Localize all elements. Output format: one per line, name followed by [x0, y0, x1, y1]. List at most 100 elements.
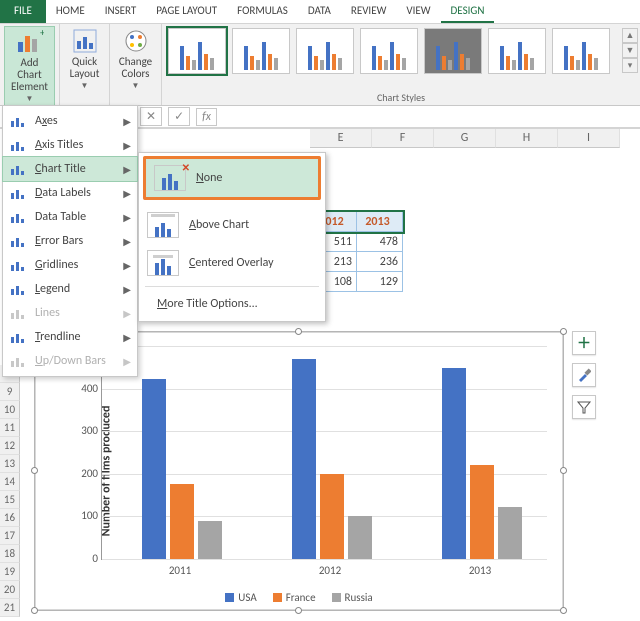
chevron-right-icon: ▶ — [123, 307, 131, 320]
tab-view[interactable]: VIEW — [396, 0, 440, 23]
chart-style-3[interactable] — [296, 28, 354, 74]
fb-fx-icon[interactable]: fx — [196, 108, 217, 126]
quick-layout-icon — [73, 29, 97, 53]
bar-russia-2013[interactable] — [498, 507, 522, 559]
menu-item-data-table[interactable]: Data Table ▶ — [3, 205, 137, 229]
legend-swatch-russia — [332, 593, 341, 602]
cell[interactable]: 478 — [357, 232, 403, 252]
chart-legend[interactable]: USA France Russia — [35, 591, 563, 604]
col-F[interactable]: F — [372, 129, 434, 148]
quick-layout-button[interactable]: Quick Layout ▼ — [64, 26, 105, 106]
chart-plot-area[interactable]: 0100200300400500201120122013 — [101, 346, 547, 560]
tab-review[interactable]: REVIEW — [341, 0, 397, 23]
brush-icon — [577, 368, 591, 382]
menu-item-label: Data Table — [35, 210, 86, 224]
col-I[interactable]: I — [558, 129, 620, 148]
chart-styles-up[interactable]: ▲ — [622, 28, 638, 43]
row-21[interactable]: 21 — [0, 599, 20, 617]
chart-plus-button[interactable]: ＋ — [572, 331, 596, 355]
change-colors-button[interactable]: Change Colors ▼ — [114, 26, 157, 106]
change-colors-label: Change Colors — [119, 56, 152, 80]
mini-chart-icon — [9, 209, 27, 225]
tab-home[interactable]: HOME — [46, 0, 95, 23]
menu-item-label: Axes — [35, 114, 58, 128]
chart-title-overlay[interactable]: Centered Overlay — [139, 244, 325, 282]
row-15[interactable]: 15 — [0, 491, 20, 509]
row-16[interactable]: 16 — [0, 509, 20, 527]
menu-item-label: Chart Title — [35, 162, 86, 176]
fb-cancel-icon[interactable]: ✕ — [140, 107, 162, 126]
chart-title-above[interactable]: Above Chart — [139, 206, 325, 244]
mini-chart-icon — [9, 305, 27, 321]
chart-title-more-options[interactable]: More Title Options... — [139, 291, 325, 317]
chart-styles-down[interactable]: ▼ — [622, 43, 638, 58]
col-E[interactable]: E — [310, 129, 372, 148]
chart-style-1[interactable] — [168, 28, 226, 74]
menu-item-axes[interactable]: Axes▶ — [3, 109, 137, 133]
menu-item-error-bars[interactable]: Error Bars▶ — [3, 229, 137, 253]
menu-item-label: Lines — [35, 306, 60, 320]
chevron-right-icon: ▶ — [123, 163, 131, 176]
bar-france-2013[interactable] — [470, 465, 494, 559]
tab-data[interactable]: DATA — [298, 0, 341, 23]
menu-item-axis-titles[interactable]: Axis Titles▶ — [3, 133, 137, 157]
mini-chart-icon — [9, 137, 27, 153]
chevron-right-icon: ▶ — [123, 283, 131, 296]
overlay-icon — [147, 250, 179, 276]
chart-filter-button[interactable] — [572, 395, 596, 419]
tab-file[interactable]: FILE — [0, 0, 46, 23]
chart-style-4[interactable] — [360, 28, 418, 74]
fb-enter-icon[interactable]: ✓ — [168, 107, 190, 126]
menu-item-chart-title[interactable]: Chart Title ▶ — [3, 157, 137, 181]
col-H[interactable]: H — [496, 129, 558, 148]
chart-style-6[interactable] — [488, 28, 546, 74]
menu-item-trendline[interactable]: Trendline▶ — [3, 325, 137, 349]
chart-style-5[interactable] — [424, 28, 482, 74]
menu-item-gridlines[interactable]: Gridlines▶ — [3, 253, 137, 277]
chart-style-2[interactable] — [232, 28, 290, 74]
y-tick: 400 — [72, 382, 98, 395]
row-9[interactable]: 9 — [0, 383, 20, 401]
bar-usa-2012[interactable] — [292, 359, 316, 559]
menu-item-label: Error Bars — [35, 234, 83, 248]
bar-usa-2013[interactable] — [442, 368, 466, 559]
chart-styles-gallery: ▲ ▼ ▾ Chart Styles — [162, 24, 640, 105]
row-10[interactable]: 10 — [0, 401, 20, 419]
row-12[interactable]: 12 — [0, 437, 20, 455]
row-18[interactable]: 18 — [0, 545, 20, 563]
chevron-right-icon: ▶ — [123, 211, 131, 224]
cell[interactable]: 2013 — [357, 212, 403, 232]
col-G[interactable]: G — [434, 129, 496, 148]
menu-item-legend[interactable]: Legend▶ — [3, 277, 137, 301]
chevron-right-icon: ▶ — [123, 355, 131, 368]
tab-pagelayout[interactable]: PAGE LAYOUT — [146, 0, 227, 23]
bar-france-2011[interactable] — [170, 484, 194, 559]
tab-insert[interactable]: INSERT — [95, 0, 147, 23]
chart-styles-more[interactable]: ▾ — [622, 58, 638, 73]
menu-item-lines: Lines ▶ — [3, 301, 137, 325]
chart-style-7[interactable] — [552, 28, 610, 74]
bar-france-2012[interactable] — [320, 474, 344, 559]
tab-design[interactable]: DESIGN — [441, 0, 495, 23]
chart-title-submenu: NNoneone Above Chart Centered Overlay Mo… — [138, 152, 326, 322]
tab-formulas[interactable]: FORMULAS — [227, 0, 298, 23]
row-20[interactable]: 20 — [0, 581, 20, 599]
add-chart-element-menu: Axes▶Axis Titles▶Chart Title▶Data Labels… — [2, 105, 138, 377]
cell[interactable]: 129 — [357, 272, 403, 292]
row-11[interactable]: 11 — [0, 419, 20, 437]
menu-item-data-labels[interactable]: Data Labels▶ — [3, 181, 137, 205]
mini-chart-icon — [9, 257, 27, 273]
cell[interactable]: 236 — [357, 252, 403, 272]
row-19[interactable]: 19 — [0, 563, 20, 581]
bar-russia-2012[interactable] — [348, 516, 372, 559]
bar-russia-2011[interactable] — [198, 521, 222, 559]
row-17[interactable]: 17 — [0, 527, 20, 545]
chart-title-overlay-label: Centered Overlay — [189, 256, 274, 270]
bar-usa-2011[interactable] — [142, 379, 166, 559]
mini-chart-icon — [9, 353, 27, 369]
chart-title-none[interactable]: NNoneone — [146, 159, 318, 197]
row-14[interactable]: 14 — [0, 473, 20, 491]
chart-styles-button[interactable] — [572, 363, 596, 387]
row-13[interactable]: 13 — [0, 455, 20, 473]
above-chart-icon — [147, 212, 179, 238]
